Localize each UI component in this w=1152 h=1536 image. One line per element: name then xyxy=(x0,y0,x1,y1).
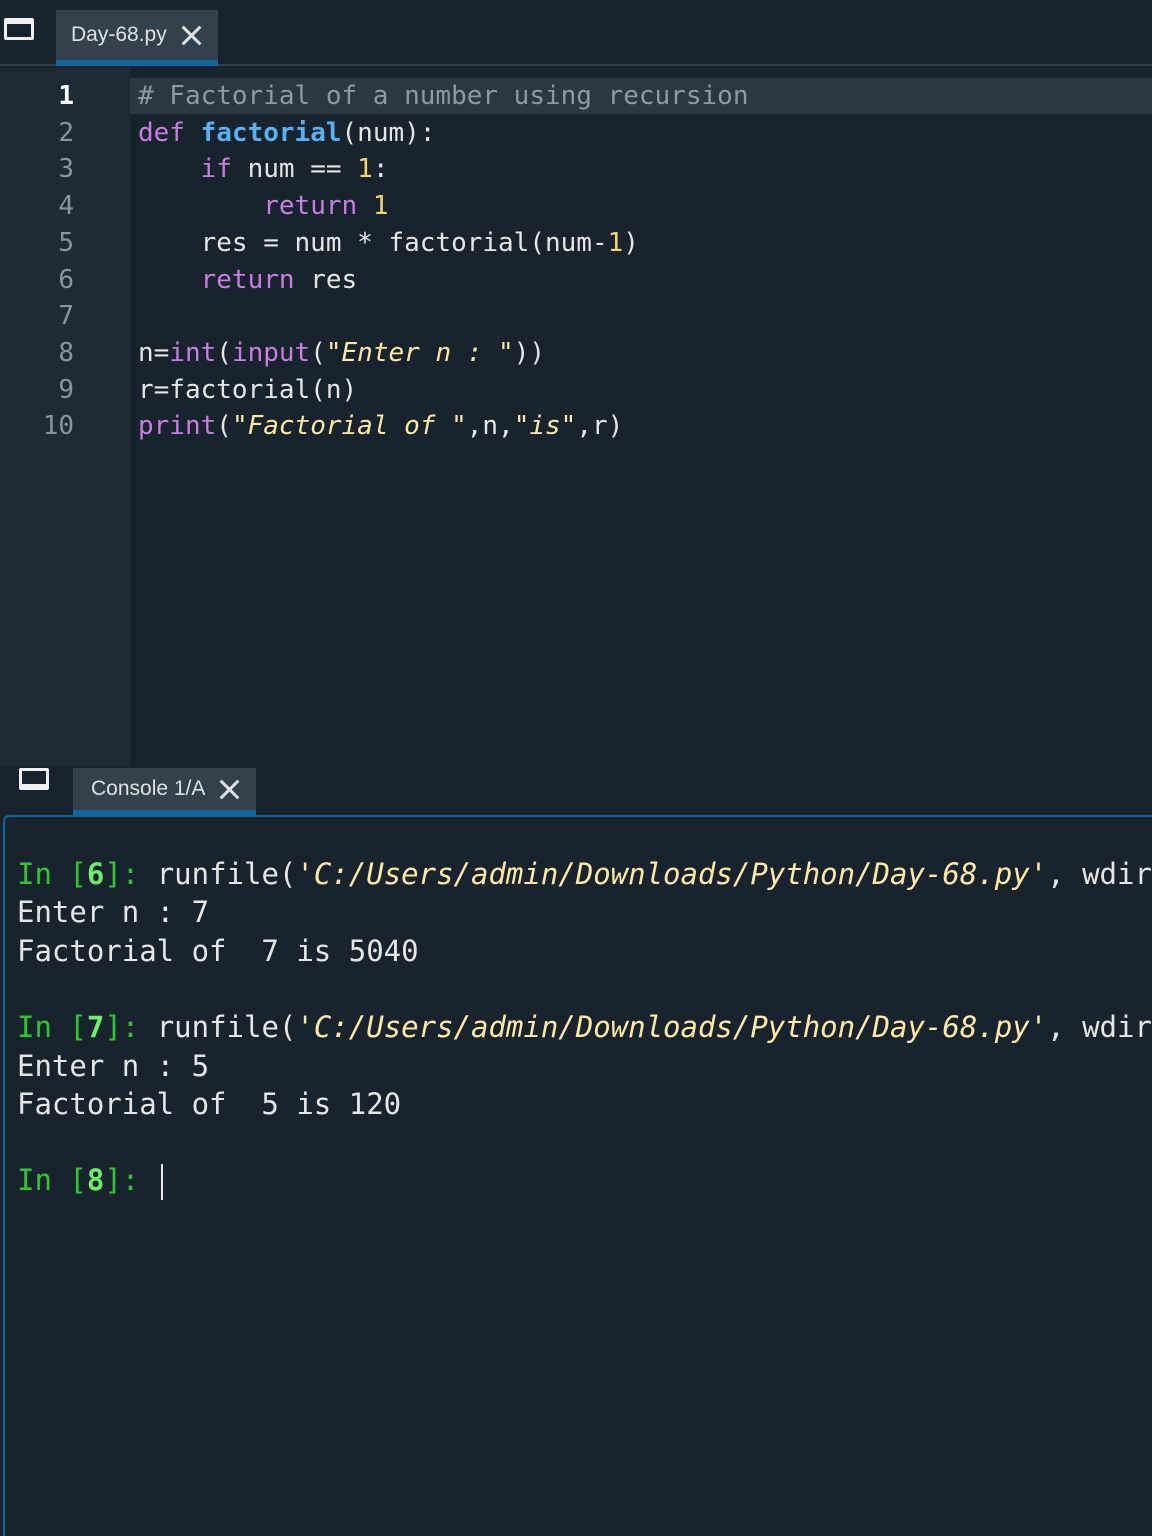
prompt-number: 7 xyxy=(86,1010,105,1045)
code-token: ,r) xyxy=(576,411,624,442)
console-pane: Console 1/A In [6]: runfile('C:/Users/ad… xyxy=(0,766,1152,1536)
line-number: 8 xyxy=(58,337,74,368)
code-line: return 1 xyxy=(138,188,388,225)
code-line: res = num * factorial(num-1) xyxy=(138,225,639,262)
line-number: 9 xyxy=(58,374,74,405)
prompt-bracket: [ xyxy=(51,1010,87,1045)
line-number: 3 xyxy=(58,154,74,185)
code-line: def factorial(num): xyxy=(138,115,435,152)
line-number: 5 xyxy=(58,227,74,258)
console-line: Enter n : 5 xyxy=(17,1047,209,1085)
code-token: factorial xyxy=(200,117,342,148)
code-token: "Enter n : " xyxy=(325,337,514,368)
editor-pane: Day-68.py 1 2 3 4 5 6 7 8 9 10 # Factorial of a n… xyxy=(0,0,1152,766)
code-editor[interactable]: # Factorial of a number using recursion d… xyxy=(130,68,1152,766)
ipython-console[interactable]: In [6]: runfile('C:/Users/admin/Download… xyxy=(3,815,1152,1536)
line-number: 4 xyxy=(58,191,74,222)
code-token: "Factorial of " xyxy=(231,411,467,442)
console-output: Enter n : 7 xyxy=(17,895,210,930)
editor-tabbar: Day-68.py xyxy=(0,0,1152,66)
line-number: 1 xyxy=(58,81,74,111)
line-number: 6 xyxy=(58,264,74,295)
close-tab-icon[interactable] xyxy=(181,25,201,45)
prompt-bracket: [ xyxy=(51,857,87,891)
code-token: n= xyxy=(138,337,170,368)
prompt-bracket: ]: xyxy=(104,1010,157,1045)
line-number: 10 xyxy=(42,411,74,442)
prompt-bracket: ]: xyxy=(104,857,157,891)
line-number-gutter: 1 2 3 4 5 6 7 8 9 10 xyxy=(0,68,130,766)
console-line: Enter n : 7 xyxy=(17,893,209,931)
code-line: # Factorial of a number using recursion xyxy=(138,78,748,115)
code-token: ,n, xyxy=(466,411,514,442)
code-token: ( xyxy=(310,337,326,368)
console-output: Factorial of 7 is 5040 xyxy=(17,933,419,968)
close-console-icon[interactable] xyxy=(219,779,239,799)
command-rest: , wdir= xyxy=(1047,857,1152,891)
code-token: ( xyxy=(216,411,232,442)
code-token: (num): xyxy=(341,117,436,148)
console-line: In [6]: runfile('C:/Users/admin/Download… xyxy=(17,855,1152,893)
code-token: )) xyxy=(513,337,546,368)
code-token: : xyxy=(372,154,389,185)
line-number: 7 xyxy=(58,301,74,332)
text-cursor xyxy=(160,1164,163,1201)
code-token: int xyxy=(169,337,217,368)
prompt-in: In xyxy=(17,1010,52,1045)
code-token: return xyxy=(263,191,358,222)
command-text: runfile( xyxy=(156,1010,297,1045)
prompt-number: 6 xyxy=(86,857,105,891)
prompt-number: 8 xyxy=(86,1163,105,1198)
command-path: 'C:/Users/admin/Downloads/Python/Day-68.… xyxy=(296,857,1048,891)
command-path: 'C:/Users/admin/Downloads/Python/Day-68.… xyxy=(296,1010,1048,1045)
console-line: Factorial of 5 is 120 xyxy=(17,1085,401,1123)
console-tabbar: Console 1/A xyxy=(0,766,1152,816)
pane-options-icon[interactable] xyxy=(4,18,34,40)
tab-day-68-py[interactable]: Day-68.py xyxy=(56,10,218,66)
command-text: runfile( xyxy=(156,857,297,891)
code-token: num == xyxy=(231,154,358,185)
tab-console[interactable]: Console 1/A xyxy=(73,768,256,816)
code-token: "is" xyxy=(513,411,577,442)
code-token: 1 xyxy=(607,227,624,258)
code-token: 1 xyxy=(372,191,389,222)
console-line: Factorial of 7 is 5040 xyxy=(17,932,419,970)
code-token: def xyxy=(138,117,201,148)
prompt-bracket: [ xyxy=(51,1163,87,1198)
console-pane-options-icon[interactable] xyxy=(19,768,49,790)
console-line: In [8]: xyxy=(17,1161,163,1201)
code-token: 1 xyxy=(357,154,373,185)
console-line: In [7]: runfile('C:/Users/admin/Download… xyxy=(17,1008,1152,1046)
code-line: return res xyxy=(138,262,358,299)
code-token: r=factorial(n) xyxy=(138,374,358,405)
code-token: res xyxy=(294,264,358,295)
code-token: # Factorial of a number using recursion xyxy=(138,81,749,111)
console-output: Factorial of 5 is 120 xyxy=(17,1086,402,1121)
line-number: 2 xyxy=(58,117,74,148)
prompt-in: In xyxy=(17,1163,52,1198)
code-token: ) xyxy=(623,227,639,258)
code-token: return xyxy=(200,264,295,295)
code-token: res = num * factorial(num- xyxy=(138,227,608,258)
code-token: input xyxy=(231,337,311,368)
command-rest: , wdir= xyxy=(1047,1010,1152,1045)
code-line: if num == 1: xyxy=(138,151,389,188)
code-line: r=factorial(n) xyxy=(138,372,357,409)
code-token: print xyxy=(138,411,217,442)
code-line: n=int(input("Enter n : ")) xyxy=(138,335,545,372)
tab-label: Console 1/A xyxy=(91,777,206,800)
code-token: if xyxy=(200,154,232,185)
code-token: ( xyxy=(216,337,232,368)
prompt-in: In xyxy=(17,857,52,891)
console-output: Enter n : 5 xyxy=(17,1048,210,1083)
tab-label: Day-68.py xyxy=(71,23,167,46)
code-line: print("Factorial of ",n,"is",r) xyxy=(138,408,623,445)
prompt-bracket: ]: xyxy=(104,1163,157,1198)
